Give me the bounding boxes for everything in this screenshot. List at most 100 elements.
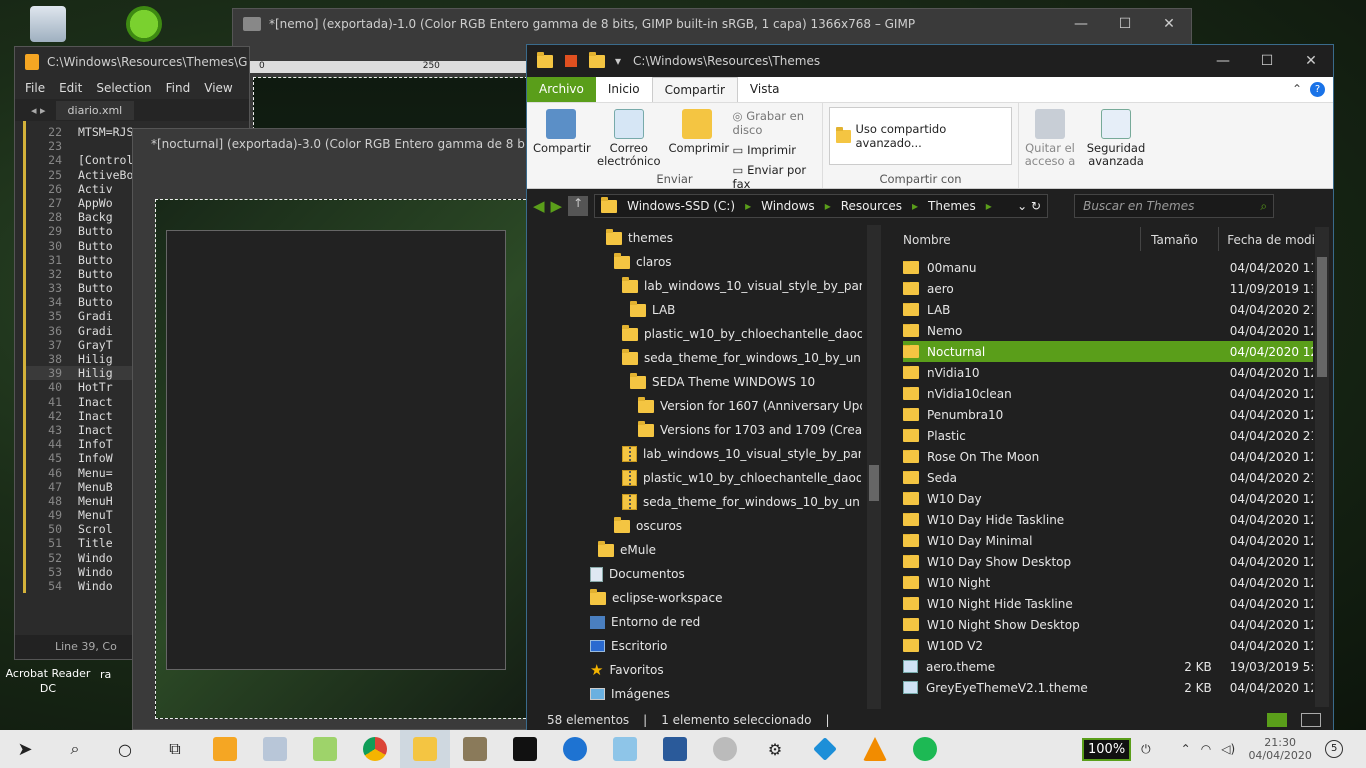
address-dropdown-icon[interactable]: ⌄ ↻ xyxy=(1017,199,1041,213)
tree-item[interactable]: ★ Favoritos xyxy=(590,658,664,682)
tree-item[interactable]: SEDA Theme WINDOWS 10 xyxy=(630,370,815,394)
file-row[interactable]: aero 11/09/2019 13: xyxy=(903,278,1313,299)
tree-item[interactable]: Versions for 1703 and 1709 (Creators & F xyxy=(638,418,862,442)
file-row[interactable]: W10 Day Minimal 04/04/2020 12: xyxy=(903,530,1313,551)
explorer-taskbar-icon[interactable] xyxy=(400,730,450,768)
adv-security-button[interactable]: Seguridad avanzada xyxy=(1081,103,1151,188)
task-view-icon[interactable]: ⧉ xyxy=(150,730,200,768)
col-tamano[interactable]: Tamaño xyxy=(1140,227,1218,251)
tree-item[interactable]: seda_theme_for_windows_10_by_unisira_d xyxy=(622,490,861,514)
tree-item[interactable]: plastic_w10_by_chloechantelle_daoozmu.z xyxy=(622,466,861,490)
crumb-drive[interactable]: Windows-SSD (C:) xyxy=(627,199,735,213)
clock[interactable]: 21:30 04/04/2020 xyxy=(1245,736,1315,762)
crumb-windows[interactable]: Windows xyxy=(761,199,815,213)
new-folder-icon[interactable] xyxy=(589,51,605,68)
file-row[interactable]: W10 Day 04/04/2020 12: xyxy=(903,488,1313,509)
file-row[interactable]: aero.theme 2 KB 19/03/2019 5:4 xyxy=(903,656,1313,677)
recycle-bin-icon[interactable] xyxy=(18,6,78,44)
file-row[interactable]: W10 Day Hide Taskline 04/04/2020 12: xyxy=(903,509,1313,530)
maximize-icon[interactable]: ☐ xyxy=(1103,16,1147,32)
nav-scrollbar[interactable] xyxy=(867,225,881,709)
back-icon[interactable]: ◀ xyxy=(533,197,545,215)
tab-diario[interactable]: diario.xml xyxy=(55,100,135,120)
burn-button[interactable]: ◎ Grabar en disco xyxy=(733,109,816,137)
search-box[interactable]: Buscar en Themes ⌕ xyxy=(1074,194,1275,218)
menu-find[interactable]: Find xyxy=(166,81,191,95)
tree-item[interactable]: seda_theme_for_windows_10_by_unisira_d xyxy=(622,346,862,370)
file-row[interactable]: LAB 04/04/2020 21: xyxy=(903,299,1313,320)
battery-indicator[interactable]: 100% xyxy=(1082,737,1132,761)
edge-taskbar-icon[interactable] xyxy=(550,730,600,768)
tree-item[interactable]: Documentos xyxy=(590,562,685,586)
maximize-icon[interactable]: ☐ xyxy=(1245,53,1289,69)
app-taskbar-icon[interactable] xyxy=(600,730,650,768)
tree-item[interactable]: Version for 1607 (Anniversary Update) xyxy=(638,394,862,418)
settings-taskbar-icon[interactable]: ⚙ xyxy=(750,730,800,768)
close-icon[interactable]: ✕ xyxy=(1289,53,1333,69)
chrome-taskbar-icon[interactable] xyxy=(350,730,400,768)
gimp-taskbar-icon[interactable] xyxy=(450,730,500,768)
menu-view[interactable]: View xyxy=(204,81,232,95)
file-row[interactable]: W10 Day Show Desktop 04/04/2020 12: xyxy=(903,551,1313,572)
search-icon[interactable]: ⌕ xyxy=(1260,199,1267,214)
search-icon[interactable]: ⌕ xyxy=(50,730,100,768)
file-row[interactable]: GreyEyeThemeV2.1.theme 2 KB 04/04/2020 12: xyxy=(903,677,1313,698)
tab-inicio[interactable]: Inicio xyxy=(596,77,652,102)
menu-edit[interactable]: Edit xyxy=(59,81,82,95)
properties-icon[interactable] xyxy=(565,55,577,67)
cortana-icon[interactable]: ○ xyxy=(100,730,150,768)
file-row[interactable]: W10 Night Hide Taskline 04/04/2020 12: xyxy=(903,593,1313,614)
file-row[interactable]: Plastic 04/04/2020 21: xyxy=(903,425,1313,446)
crumb-resources[interactable]: Resources xyxy=(841,199,902,213)
notepad-taskbar-icon[interactable] xyxy=(250,730,300,768)
tab-arrows-icon[interactable]: ◂ ▸ xyxy=(31,104,46,117)
tree-item[interactable]: claros xyxy=(614,250,672,274)
file-row[interactable]: W10 Night Show Desktop 04/04/2020 12: xyxy=(903,614,1313,635)
file-row[interactable]: Penumbra10 04/04/2020 12: xyxy=(903,404,1313,425)
remove-access-button[interactable]: Quitar el acceso a xyxy=(1019,103,1081,188)
tab-archivo[interactable]: Archivo xyxy=(527,77,596,102)
tree-item[interactable]: Entorno de red xyxy=(590,610,700,634)
file-row[interactable]: Nocturnal 04/04/2020 12: xyxy=(903,341,1313,362)
power-plug-icon[interactable]: ⏻ xyxy=(1141,742,1151,757)
notifications-badge[interactable]: 5 xyxy=(1325,740,1344,758)
minimize-icon[interactable]: — xyxy=(1059,16,1103,32)
sublime-taskbar-icon[interactable] xyxy=(200,730,250,768)
notepadpp-taskbar-icon[interactable] xyxy=(300,730,350,768)
menu-selection[interactable]: Selection xyxy=(96,81,151,95)
tree-item[interactable]: plastic_w10_by_chloechantelle_daoozmu xyxy=(622,322,862,346)
file-row[interactable]: Nemo 04/04/2020 12: xyxy=(903,320,1313,341)
kodi-taskbar-icon[interactable] xyxy=(800,730,850,768)
utorrent-icon[interactable] xyxy=(114,6,174,44)
qat-dropdown-icon[interactable]: ▾ xyxy=(615,54,621,68)
tree-item[interactable]: oscuros xyxy=(614,514,682,538)
tree-item[interactable]: LAB xyxy=(630,298,675,322)
help-icon[interactable]: ? xyxy=(1310,82,1325,97)
tray-expand-icon[interactable]: ⌃ xyxy=(1181,742,1191,756)
tree-item[interactable]: lab_windows_10_visual_style_by_participa… xyxy=(622,442,861,466)
start-button[interactable]: ➤ xyxy=(0,730,50,768)
gimp-nocturnal-titlebar[interactable]: *[nocturnal] (exportada)-3.0 (Color RGB … xyxy=(133,129,529,159)
share-with-list[interactable]: Uso compartido avanzado... xyxy=(829,107,1012,165)
crumb-themes[interactable]: Themes xyxy=(928,199,976,213)
collapse-ribbon-icon[interactable]: ⌃ xyxy=(1292,82,1302,97)
file-row[interactable]: nVidia10clean 04/04/2020 12: xyxy=(903,383,1313,404)
content-scrollbar[interactable] xyxy=(1315,227,1329,707)
gimp-nocturnal-window[interactable]: *[nocturnal] (exportada)-3.0 (Color RGB … xyxy=(132,128,530,730)
tiles-view-icon[interactable] xyxy=(1301,713,1321,727)
tab-compartir[interactable]: Compartir xyxy=(651,77,738,102)
file-row[interactable]: nVidia10 04/04/2020 12: xyxy=(903,362,1313,383)
terminal-taskbar-icon[interactable] xyxy=(500,730,550,768)
tree-item[interactable]: eclipse-workspace xyxy=(590,586,722,610)
volume-icon[interactable]: ◁) xyxy=(1221,742,1235,756)
file-row[interactable]: W10D V2 04/04/2020 12: xyxy=(903,635,1313,656)
tree-item[interactable]: lab_windows_10_visual_style_by_participa… xyxy=(622,274,862,298)
tab-vista[interactable]: Vista xyxy=(738,77,792,102)
vlc-taskbar-icon[interactable] xyxy=(850,730,900,768)
address-bar[interactable]: Windows-SSD (C:) ▸ Windows ▸ Resources ▸ Th… xyxy=(594,194,1049,218)
tree-item[interactable]: themes xyxy=(606,226,673,250)
tree-item[interactable]: Imágenes xyxy=(590,682,670,706)
details-view-icon[interactable] xyxy=(1267,713,1287,727)
col-fecha[interactable]: Fecha de modi xyxy=(1218,227,1315,251)
disc-taskbar-icon[interactable] xyxy=(700,730,750,768)
